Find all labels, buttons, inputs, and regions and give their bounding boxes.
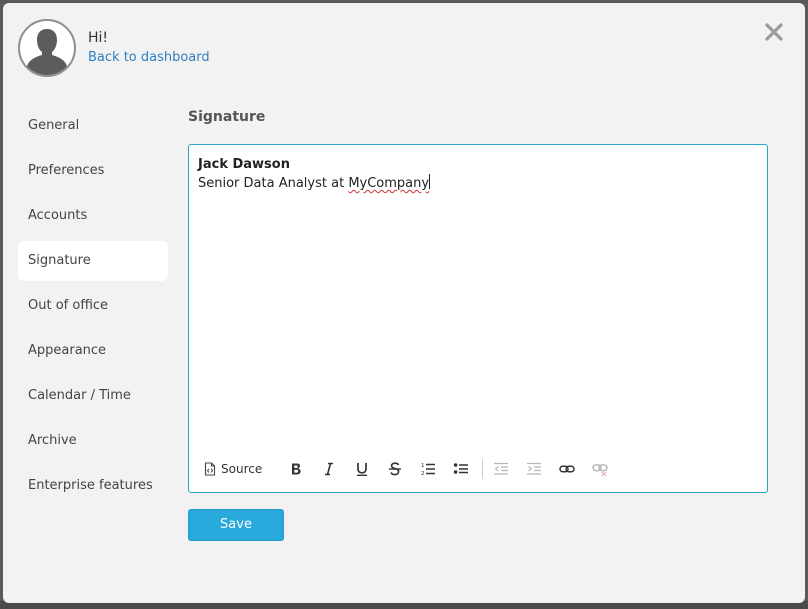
sidebar-item-calendar-time[interactable]: Calendar / Time [18,376,168,416]
svg-text:2: 2 [421,471,425,477]
settings-modal: Hi! Back to dashboard General Preference… [3,3,805,603]
unlink-icon [592,464,608,477]
user-header: Hi! Back to dashboard [18,17,210,79]
source-button[interactable]: Source [204,456,270,482]
underline-button[interactable] [348,456,376,482]
editor-content[interactable]: Jack Dawson Senior Data Analyst at MyCom… [198,155,431,193]
bold-button[interactable] [282,456,310,482]
svg-text:1: 1 [421,463,425,469]
numbered-list-icon: 1 2 [421,463,436,477]
text-caret [429,174,431,189]
increase-indent-icon [527,462,542,475]
save-button[interactable]: Save [188,509,284,541]
sidebar-item-out-of-office[interactable]: Out of office [18,286,168,326]
signature-name-line: Jack Dawson [198,157,290,172]
increase-indent-button[interactable] [520,456,548,482]
close-icon [765,23,783,41]
sidebar-item-archive[interactable]: Archive [18,421,168,461]
bold-icon [292,463,301,475]
toolbar-separator [482,459,484,479]
signature-title-text: Senior Data Analyst at [198,176,349,191]
misspelled-word: MyCompany [348,176,430,191]
header-text: Hi! Back to dashboard [88,29,210,67]
link-button[interactable] [553,456,581,482]
decrease-indent-icon [494,462,509,475]
signature-title-line: Senior Data Analyst at MyCompany [198,174,431,193]
decrease-indent-button[interactable] [487,456,515,482]
numbered-list-button[interactable]: 1 2 [414,456,442,482]
bulleted-list-icon [454,463,469,474]
section-title: Signature [188,109,266,125]
sidebar-item-accounts[interactable]: Accounts [18,196,168,236]
close-button[interactable] [763,21,785,43]
bulleted-list-button[interactable] [447,456,475,482]
settings-sidebar: General Preferences Accounts Signature O… [18,106,168,511]
strikethrough-button[interactable] [381,456,409,482]
signature-editor[interactable]: Jack Dawson Senior Data Analyst at MyCom… [188,144,768,493]
sidebar-item-appearance[interactable]: Appearance [18,331,168,371]
source-icon [204,462,216,476]
link-icon [559,465,575,473]
sidebar-item-enterprise-features[interactable]: Enterprise features [18,466,168,506]
back-to-dashboard-link[interactable]: Back to dashboard [88,49,210,67]
user-silhouette-icon [27,29,67,75]
sidebar-item-preferences[interactable]: Preferences [18,151,168,191]
source-label: Source [221,462,263,476]
editor-toolbar: Source 1 2 [204,455,619,483]
strikethrough-icon [389,462,402,476]
sidebar-item-general[interactable]: General [18,106,168,146]
avatar [18,19,76,77]
sidebar-item-signature[interactable]: Signature [18,241,168,281]
underline-icon [357,463,368,476]
greeting-text: Hi! [88,30,109,46]
italic-button[interactable] [315,456,343,482]
unlink-button[interactable] [586,456,614,482]
italic-icon [325,462,334,476]
